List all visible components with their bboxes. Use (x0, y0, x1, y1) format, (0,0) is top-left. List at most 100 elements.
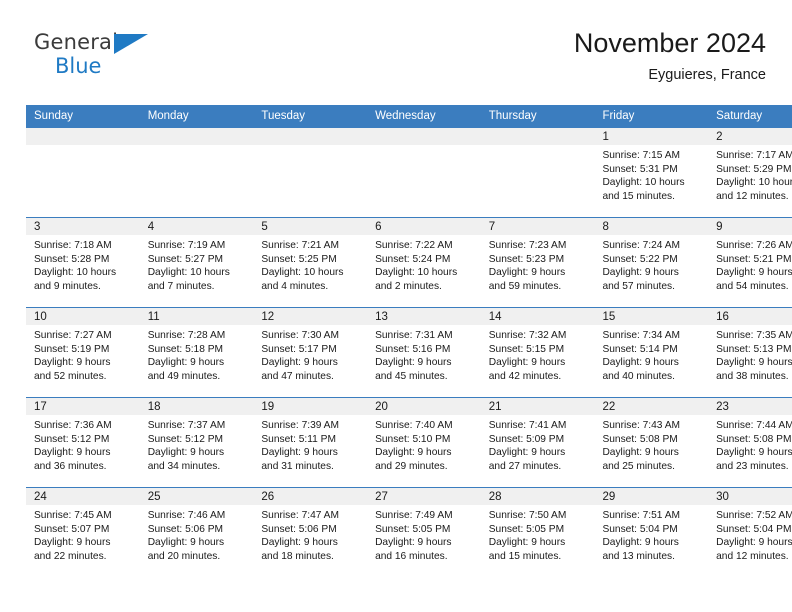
day-number: 14 (480, 308, 595, 325)
daylight-text: Daylight: 9 hours (147, 447, 225, 459)
day-details (253, 145, 367, 149)
day-cell: 17 Sunrise: 7:36 AM Sunset: 5:12 PM Dayligh… (26, 398, 140, 487)
calendar-cell[interactable] (26, 128, 140, 218)
sunset-text: Sunset: 5:08 PM (602, 433, 678, 445)
day-cell: 23 Sunrise: 7:44 AM Sunset: 5:08 PM Dayligh… (708, 398, 792, 487)
daylight-text: Daylight: 9 hours (261, 447, 338, 459)
calendar-cell[interactable]: 30 Sunrise: 7:52 AM Sunset: 5:04 PM Dayligh… (708, 487, 792, 577)
day-cell: 18 Sunrise: 7:37 AM Sunset: 5:12 PM Dayligh… (139, 398, 254, 487)
calendar-cell[interactable]: 4 Sunrise: 7:19 AM Sunset: 5:27 PM Daylight… (139, 217, 254, 308)
calendar-cell[interactable]: 13 Sunrise: 7:31 AM Sunset: 5:16 PM Dayligh… (367, 307, 481, 398)
daylight-text: Daylight: 9 hours (716, 537, 792, 549)
calendar-cell[interactable]: 8 Sunrise: 7:24 AM Sunset: 5:22 PM Daylight… (594, 217, 709, 308)
calendar-cell[interactable]: 20 Sunrise: 7:40 AM Sunset: 5:10 PM Dayligh… (367, 397, 481, 488)
daylight-text: Daylight: 9 hours (488, 357, 566, 369)
day-number (26, 128, 140, 145)
day-cell: 13 Sunrise: 7:31 AM Sunset: 5:16 PM Dayligh… (367, 308, 481, 397)
daylight-text: Daylight: 10 hours (716, 177, 792, 189)
calendar-cell[interactable]: 23 Sunrise: 7:44 AM Sunset: 5:08 PM Dayligh… (708, 397, 792, 488)
day-cell: 3 Sunrise: 7:18 AM Sunset: 5:28 PM Daylight… (26, 218, 140, 307)
calendar-cell[interactable]: 6 Sunrise: 7:22 AM Sunset: 5:24 PM Daylight… (367, 217, 481, 308)
daylight-text-cont: and 15 minutes. (488, 550, 562, 562)
calendar-body: 1 Sunrise: 7:15 AM Sunset: 5:31 PM Daylight… (26, 128, 792, 577)
day-cell: 10 Sunrise: 7:27 AM Sunset: 5:19 PM Dayligh… (26, 308, 140, 397)
calendar-cell[interactable]: 22 Sunrise: 7:43 AM Sunset: 5:08 PM Dayligh… (594, 397, 709, 488)
calendar-cell[interactable]: 24 Sunrise: 7:45 AM Sunset: 5:07 PM Dayligh… (26, 487, 140, 577)
calendar-cell[interactable]: 12 Sunrise: 7:30 AM Sunset: 5:17 PM Dayligh… (253, 307, 368, 398)
day-details: Sunrise: 7:32 AM Sunset: 5:15 PM Daylight:… (481, 325, 595, 383)
day-details (481, 145, 595, 149)
day-details: Sunrise: 7:21 AM Sunset: 5:25 PM Daylight:… (253, 235, 367, 293)
daylight-text-cont: and 42 minutes. (488, 370, 562, 382)
sunrise-text: Sunrise: 7:39 AM (261, 420, 339, 431)
day-cell-empty (139, 128, 254, 217)
calendar-cell[interactable]: 16 Sunrise: 7:35 AM Sunset: 5:13 PM Dayligh… (708, 307, 792, 398)
daylight-text: Daylight: 10 hours (375, 267, 458, 279)
day-cell: 24 Sunrise: 7:45 AM Sunset: 5:07 PM Dayligh… (26, 488, 140, 577)
title-block: November 2024 Eyguieres, France (574, 28, 766, 84)
calendar-cell[interactable]: 29 Sunrise: 7:51 AM Sunset: 5:04 PM Dayligh… (594, 487, 709, 577)
calendar-cell[interactable]: 14 Sunrise: 7:32 AM Sunset: 5:15 PM Dayligh… (480, 307, 595, 398)
daylight-text: Daylight: 9 hours (375, 357, 452, 369)
day-details: Sunrise: 7:24 AM Sunset: 5:22 PM Daylight:… (594, 235, 708, 293)
daylight-text: Daylight: 9 hours (602, 357, 679, 369)
calendar-week-row: 17 Sunrise: 7:36 AM Sunset: 5:12 PM Dayligh… (26, 397, 792, 488)
day-number: 25 (139, 488, 254, 505)
weekday-header-saturday: Saturday (708, 105, 792, 128)
calendar-cell[interactable]: 1 Sunrise: 7:15 AM Sunset: 5:31 PM Daylight… (594, 128, 709, 218)
day-cell: 29 Sunrise: 7:51 AM Sunset: 5:04 PM Dayligh… (594, 488, 709, 577)
daylight-text: Daylight: 9 hours (488, 537, 566, 549)
calendar-cell[interactable]: 15 Sunrise: 7:34 AM Sunset: 5:14 PM Dayligh… (594, 307, 709, 398)
day-details: Sunrise: 7:47 AM Sunset: 5:06 PM Daylight:… (253, 505, 367, 563)
day-cell: 1 Sunrise: 7:15 AM Sunset: 5:31 PM Daylight… (594, 128, 709, 217)
sunset-text: Sunset: 5:06 PM (147, 523, 224, 535)
sunrise-text: Sunrise: 7:41 AM (488, 420, 567, 431)
weekday-header-row: Sunday Monday Tuesday Wednesday Thursday Frid… (26, 105, 792, 128)
daylight-text-cont: and 38 minutes. (716, 370, 789, 382)
day-cell-empty (26, 128, 140, 217)
calendar-cell[interactable]: 18 Sunrise: 7:37 AM Sunset: 5:12 PM Dayligh… (139, 397, 254, 488)
calendar-cell[interactable]: 28 Sunrise: 7:50 AM Sunset: 5:05 PM Dayligh… (480, 487, 595, 577)
calendar-cell[interactable]: 17 Sunrise: 7:36 AM Sunset: 5:12 PM Dayligh… (26, 397, 140, 488)
sunset-text: Sunset: 5:14 PM (602, 343, 678, 355)
calendar-cell[interactable]: 10 Sunrise: 7:27 AM Sunset: 5:19 PM Dayligh… (26, 307, 140, 398)
calendar-cell[interactable]: 11 Sunrise: 7:28 AM Sunset: 5:18 PM Dayligh… (139, 307, 254, 398)
day-details: Sunrise: 7:50 AM Sunset: 5:05 PM Daylight:… (481, 505, 595, 563)
calendar-cell[interactable] (139, 128, 254, 218)
calendar-cell[interactable]: 9 Sunrise: 7:26 AM Sunset: 5:21 PM Daylight… (708, 217, 792, 308)
day-cell: 15 Sunrise: 7:34 AM Sunset: 5:14 PM Dayligh… (594, 308, 709, 397)
daylight-text-cont: and 7 minutes. (147, 280, 215, 292)
calendar-cell[interactable] (480, 128, 595, 218)
day-details: Sunrise: 7:44 AM Sunset: 5:08 PM Daylight:… (708, 415, 792, 473)
day-details: Sunrise: 7:31 AM Sunset: 5:16 PM Daylight:… (367, 325, 481, 383)
calendar-cell[interactable]: 19 Sunrise: 7:39 AM Sunset: 5:11 PM Dayligh… (253, 397, 368, 488)
sunrise-text: Sunrise: 7:36 AM (34, 420, 112, 431)
day-details (140, 145, 254, 149)
day-cell: 26 Sunrise: 7:47 AM Sunset: 5:06 PM Dayligh… (253, 488, 368, 577)
calendar-cell[interactable] (367, 128, 481, 218)
day-number (139, 128, 254, 145)
calendar-cell[interactable]: 5 Sunrise: 7:21 AM Sunset: 5:25 PM Daylight… (253, 217, 368, 308)
day-cell: 4 Sunrise: 7:19 AM Sunset: 5:27 PM Daylight… (139, 218, 254, 307)
calendar-cell[interactable]: 27 Sunrise: 7:49 AM Sunset: 5:05 PM Dayligh… (367, 487, 481, 577)
calendar-cell[interactable]: 3 Sunrise: 7:18 AM Sunset: 5:28 PM Daylight… (26, 217, 140, 308)
daylight-text-cont: and 31 minutes. (261, 460, 334, 472)
day-cell-empty (367, 128, 481, 217)
calendar-cell[interactable]: 7 Sunrise: 7:23 AM Sunset: 5:23 PM Daylight… (480, 217, 595, 308)
calendar-week-row: 10 Sunrise: 7:27 AM Sunset: 5:19 PM Dayligh… (26, 307, 792, 398)
day-number: 2 (708, 128, 792, 145)
calendar-cell[interactable]: 25 Sunrise: 7:46 AM Sunset: 5:06 PM Dayligh… (139, 487, 254, 577)
sunrise-text: Sunrise: 7:44 AM (716, 420, 792, 431)
day-details: Sunrise: 7:49 AM Sunset: 5:05 PM Daylight:… (367, 505, 481, 563)
day-cell: 7 Sunrise: 7:23 AM Sunset: 5:23 PM Daylight… (480, 218, 595, 307)
calendar-cell[interactable] (253, 128, 368, 218)
day-number: 23 (708, 398, 792, 415)
calendar-cell[interactable]: 26 Sunrise: 7:47 AM Sunset: 5:06 PM Dayligh… (253, 487, 368, 577)
sunrise-text: Sunrise: 7:26 AM (716, 240, 792, 251)
day-number: 26 (253, 488, 368, 505)
sunrise-text: Sunrise: 7:23 AM (488, 240, 567, 251)
calendar-cell[interactable]: 2 Sunrise: 7:17 AM Sunset: 5:29 PM Daylight… (708, 128, 792, 218)
sunset-text: Sunset: 5:21 PM (716, 253, 792, 265)
general-blue-logo[interactable]: General Blue (34, 32, 214, 90)
calendar-cell[interactable]: 21 Sunrise: 7:41 AM Sunset: 5:09 PM Dayligh… (480, 397, 595, 488)
